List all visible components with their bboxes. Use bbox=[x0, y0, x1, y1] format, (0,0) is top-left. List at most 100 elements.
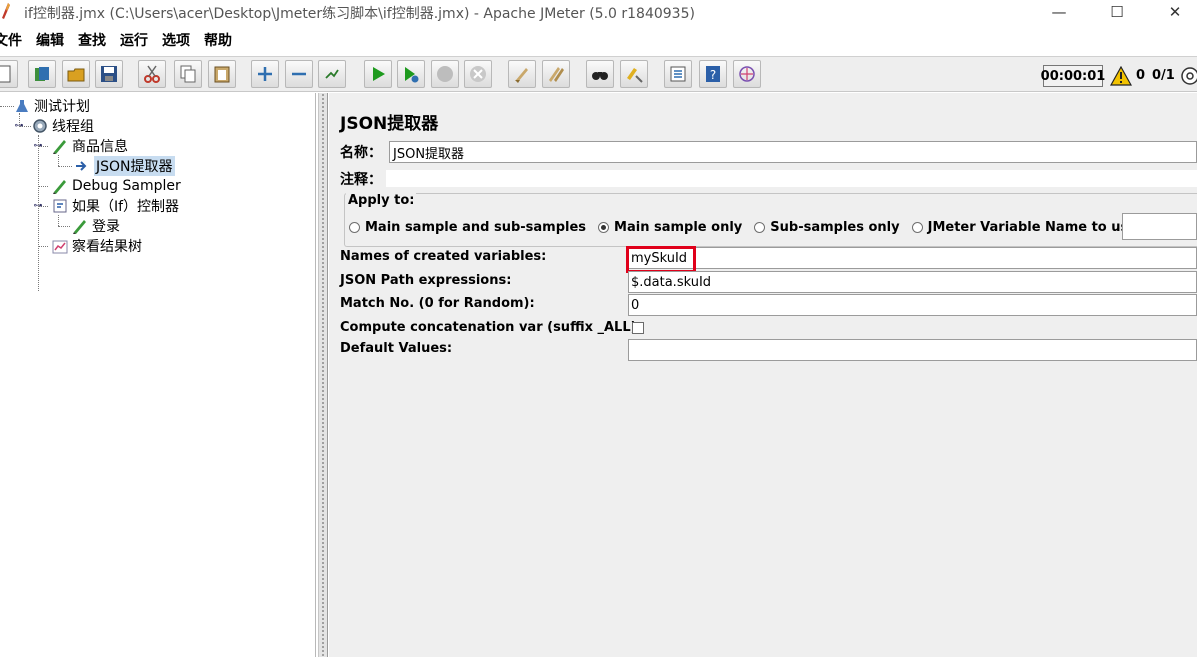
open-button[interactable] bbox=[62, 60, 90, 88]
start-icon bbox=[373, 67, 385, 81]
start-no-pause-icon bbox=[405, 67, 419, 83]
paste-button[interactable] bbox=[208, 60, 236, 88]
clear-button[interactable] bbox=[508, 60, 536, 88]
templates-button[interactable] bbox=[28, 60, 56, 88]
start-no-pauses-button[interactable] bbox=[397, 60, 425, 88]
warning-count: 0 bbox=[1136, 68, 1146, 83]
radio-indicator bbox=[349, 221, 360, 233]
remote-start-button[interactable] bbox=[733, 60, 761, 88]
menu-run[interactable]: 运行 bbox=[120, 30, 148, 50]
thread-group-icon bbox=[32, 118, 48, 134]
names-of-variables-input[interactable]: mySkuId bbox=[628, 247, 1197, 269]
warning-icon[interactable] bbox=[1110, 66, 1132, 86]
menu-options[interactable]: 选项 bbox=[162, 30, 190, 50]
title-bar: if控制器.jmx (C:\Users\acer\Desktop\Jmeter练… bbox=[0, 0, 1197, 24]
save-button[interactable] bbox=[95, 60, 123, 88]
radio-indicator bbox=[754, 221, 766, 233]
radio-jmeter-variable[interactable]: JMeter Variable Name to use bbox=[911, 219, 1138, 235]
clear-icon bbox=[515, 68, 528, 83]
toolbar: ? 00:00:01 0 0/1 bbox=[0, 56, 1197, 92]
paste-icon bbox=[214, 66, 230, 83]
menu-help[interactable]: 帮助 bbox=[204, 30, 232, 50]
remote-icon bbox=[739, 66, 755, 82]
match-no-input[interactable]: 0 bbox=[628, 294, 1197, 316]
clear-all-button[interactable] bbox=[542, 60, 570, 88]
cut-button[interactable] bbox=[138, 60, 166, 88]
help-button[interactable]: ? bbox=[699, 60, 727, 88]
sampler-icon bbox=[72, 218, 88, 234]
default-values-input[interactable] bbox=[628, 339, 1197, 361]
json-path-input[interactable]: $.data.skuId bbox=[628, 271, 1197, 293]
apply-to-options: Main sample and sub-samples Main sample … bbox=[349, 217, 1149, 237]
tree-item-label: 如果（If）控制器 bbox=[72, 199, 180, 215]
panel-title: JSON提取器 bbox=[340, 114, 439, 134]
function-helper-icon bbox=[670, 66, 686, 82]
templates-icon bbox=[35, 67, 49, 81]
tree-item-thread-group[interactable]: 线程组 bbox=[32, 117, 94, 135]
name-label: 名称： bbox=[340, 145, 382, 161]
close-button[interactable]: ✕ bbox=[1152, 0, 1197, 24]
tree-item-json-extractor[interactable]: JSON提取器 bbox=[74, 156, 175, 176]
new-icon bbox=[0, 65, 11, 83]
menu-search[interactable]: 查找 bbox=[78, 30, 106, 50]
controller-icon bbox=[52, 198, 68, 214]
start-button[interactable] bbox=[364, 60, 392, 88]
minimize-button[interactable]: — bbox=[1036, 0, 1082, 24]
tree-item-test-plan[interactable]: 测试计划 bbox=[14, 97, 90, 115]
tree-item-login[interactable]: 登录 bbox=[72, 217, 120, 235]
tree-item-product-info[interactable]: 商品信息 bbox=[52, 137, 128, 155]
cut-icon bbox=[144, 65, 160, 83]
reset-search-button[interactable] bbox=[620, 60, 648, 88]
default-values-label: Default Values: bbox=[340, 341, 453, 356]
tree-item-label: 线程组 bbox=[52, 119, 94, 135]
tree-item-label: 测试计划 bbox=[34, 99, 90, 115]
concatenation-label: Compute concatenation var (suffix _ALL): bbox=[340, 320, 642, 335]
radio-label: JMeter Variable Name to use bbox=[927, 219, 1138, 235]
tree-item-debug-sampler[interactable]: Debug Sampler bbox=[52, 177, 181, 195]
search-button[interactable] bbox=[586, 60, 614, 88]
tree-item-view-results-tree[interactable]: 察看结果树 bbox=[52, 237, 142, 255]
radio-main-only[interactable]: Main sample only bbox=[598, 220, 742, 235]
thread-group-toggle[interactable]: ⊶ bbox=[15, 121, 24, 131]
shutdown-button[interactable] bbox=[464, 60, 492, 88]
elapsed-time: 00:00:01 bbox=[1041, 65, 1105, 87]
concatenation-checkbox[interactable] bbox=[632, 322, 644, 334]
radio-sub-only[interactable]: Sub-samples only bbox=[754, 220, 900, 235]
shutdown-icon bbox=[470, 66, 486, 82]
toggle-icon bbox=[325, 69, 339, 79]
collapse-all-button[interactable] bbox=[285, 60, 313, 88]
extractor-icon bbox=[74, 158, 90, 174]
tree-item-if-controller[interactable]: 如果（If）控制器 bbox=[52, 197, 179, 215]
comment-field[interactable] bbox=[386, 170, 1197, 187]
name-field[interactable]: JSON提取器 bbox=[389, 141, 1197, 163]
maximize-button[interactable]: ☐ bbox=[1094, 0, 1140, 24]
stop-button[interactable] bbox=[431, 60, 459, 88]
tree-item-label: 登录 bbox=[92, 219, 120, 235]
menu-file[interactable]: 文件 bbox=[0, 30, 22, 50]
function-helper-button[interactable] bbox=[664, 60, 692, 88]
expand-icon bbox=[258, 67, 272, 81]
tree-item-label: JSON提取器 bbox=[94, 156, 175, 176]
stop-icon bbox=[437, 66, 453, 82]
sampler-icon bbox=[52, 178, 68, 194]
jmeter-variable-input[interactable] bbox=[1122, 213, 1197, 240]
toggle-button[interactable] bbox=[318, 60, 346, 88]
new-button[interactable] bbox=[0, 60, 18, 88]
remote-status-icon bbox=[1181, 67, 1197, 85]
if-controller-toggle[interactable]: ⊶ bbox=[34, 201, 43, 211]
apply-to-legend: Apply to: bbox=[346, 193, 417, 208]
menu-edit[interactable]: 编辑 bbox=[36, 30, 64, 50]
tree-item-label: 察看结果树 bbox=[72, 239, 142, 255]
copy-button[interactable] bbox=[174, 60, 202, 88]
name-row: 名称： bbox=[340, 141, 382, 163]
product-info-toggle[interactable]: ⊶ bbox=[34, 141, 43, 151]
names-of-variables-label: Names of created variables: bbox=[340, 249, 547, 264]
save-icon bbox=[101, 66, 117, 82]
expand-all-button[interactable] bbox=[251, 60, 279, 88]
split-pane-divider[interactable] bbox=[318, 93, 328, 657]
comment-label: 注释： bbox=[340, 172, 382, 188]
search-icon bbox=[592, 72, 608, 80]
sampler-icon bbox=[52, 138, 68, 154]
listener-icon bbox=[52, 238, 68, 254]
radio-main-and-sub[interactable]: Main sample and sub-samples bbox=[349, 220, 586, 235]
